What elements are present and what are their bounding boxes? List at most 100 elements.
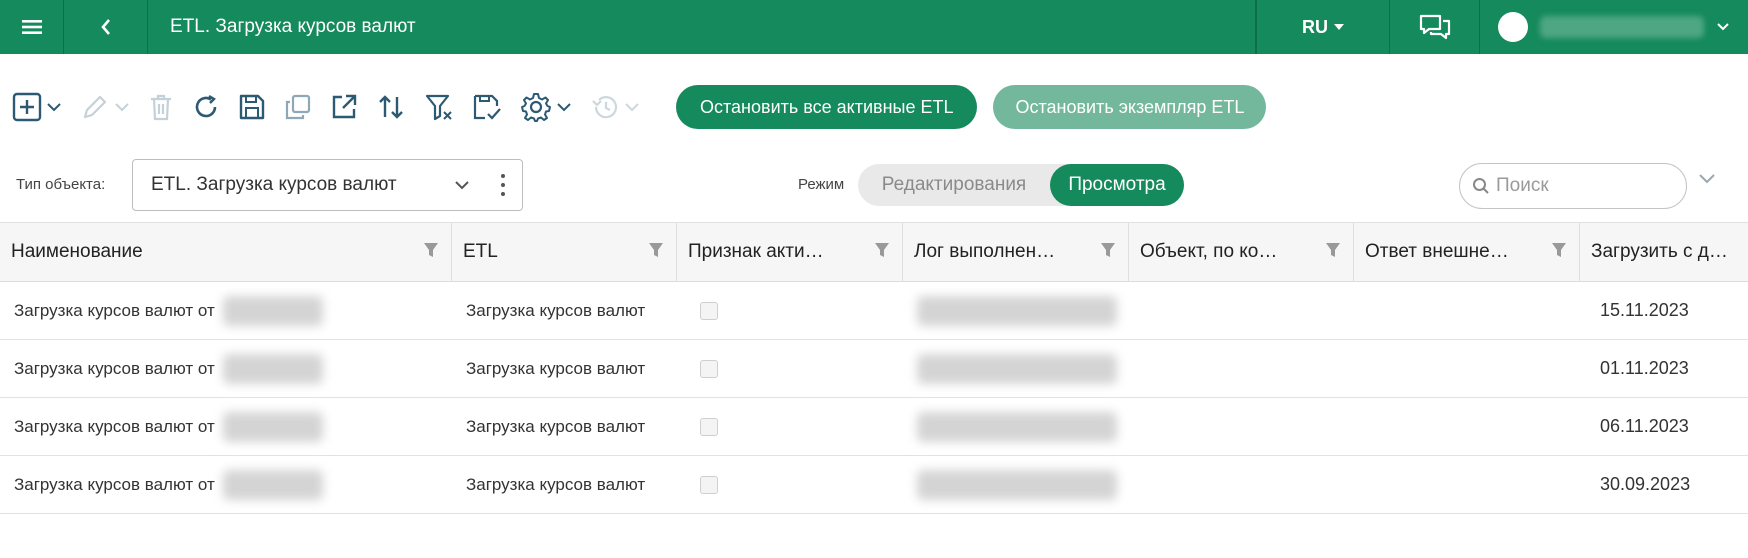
redacted-value [222,353,323,384]
cell-name: Загрузка курсов валют от [0,340,452,397]
object-type-select[interactable]: ETL. Загрузка курсов валют [132,159,523,211]
mode-label: Режим [798,176,845,193]
column-header-log[interactable]: Лог выполнен… [903,223,1129,281]
chevron-down-icon [625,103,639,112]
mode-view-option[interactable]: Просмотра [1050,164,1184,206]
cell-name: Загрузка курсов валют от [0,282,452,339]
caret-down-icon [1334,24,1344,30]
filter-icon[interactable] [874,241,890,259]
cell-log [903,456,1129,513]
filter-clear-icon [425,94,452,121]
cell-active [677,398,903,455]
cell-active [677,282,903,339]
column-header-response[interactable]: Ответ внешне… [1354,223,1580,281]
delete-button[interactable] [148,87,174,127]
mode-edit-option[interactable]: Редактирования [858,164,1050,206]
page-title: ETL. Загрузка курсов валют [148,0,1256,54]
active-checkbox[interactable] [700,301,718,320]
cell-response [1354,340,1580,397]
chevron-down-icon [557,103,571,112]
redacted-value [917,411,1117,442]
table-header: Наименование ETL Признак акти… Лог выпол… [0,222,1748,282]
column-header-active[interactable]: Признак акти… [677,223,903,281]
filter-icon[interactable] [1551,241,1567,259]
cell-active [677,456,903,513]
cell-log [903,282,1129,339]
cell-active [677,340,903,397]
cell-object [1129,340,1354,397]
copy-button[interactable] [284,87,312,127]
save-check-icon [473,94,501,120]
user-menu[interactable] [1480,0,1748,54]
active-checkbox[interactable] [700,417,718,436]
column-header-load-from[interactable]: Загрузить с д… [1580,223,1748,281]
hamburger-icon [21,20,42,34]
object-type-label: Тип объекта: [16,176,106,193]
redacted-value [222,469,323,500]
data-table: Наименование ETL Признак акти… Лог выпол… [0,222,1748,514]
cell-response [1354,456,1580,513]
cell-object [1129,456,1354,513]
column-header-etl[interactable]: ETL [452,223,677,281]
sort-icon [379,95,403,119]
search-icon [1473,178,1489,194]
chevron-down-icon [455,181,469,190]
toolbar: Остановить все активные ETL Остановить э… [12,82,1267,132]
chevron-down-icon [47,103,61,112]
settings-button[interactable] [520,87,572,127]
back-button[interactable] [64,0,148,54]
table-row[interactable]: Загрузка курсов валют от Загрузка курсов… [0,282,1748,340]
cell-name: Загрузка курсов валют от [0,456,452,513]
cell-etl: Загрузка курсов валют [466,300,646,320]
cell-name: Загрузка курсов валют от [0,398,452,455]
cell-log [903,398,1129,455]
history-button[interactable] [590,87,640,127]
cell-object [1129,398,1354,455]
redacted-value [917,469,1117,500]
chat-button[interactable] [1390,0,1480,54]
more-options-icon[interactable] [484,160,522,210]
filter-icon[interactable] [1100,241,1116,259]
add-button[interactable] [12,87,62,127]
redacted-value [222,295,323,326]
search-input[interactable] [1496,175,1676,197]
redacted-value [222,411,323,442]
copy-icon [285,94,311,120]
menu-button[interactable] [0,0,64,54]
cell-response [1354,282,1580,339]
filter-icon[interactable] [423,241,439,259]
active-checkbox[interactable] [700,359,718,378]
cell-load-from: 01.11.2023 [1600,358,1689,378]
pencil-icon [83,95,107,119]
cell-object [1129,282,1354,339]
edit-button[interactable] [80,87,130,127]
active-checkbox[interactable] [700,475,718,494]
save-filter-button[interactable] [472,87,502,127]
chevron-down-icon [1717,23,1729,31]
stop-all-etl-button[interactable]: Остановить все активные ETL [676,85,978,129]
language-label: RU [1302,16,1328,37]
chevron-left-icon [100,19,110,35]
save-button[interactable] [238,87,266,127]
table-row[interactable]: Загрузка курсов валют от Загрузка курсов… [0,456,1748,514]
column-header-object[interactable]: Объект, по ко… [1129,223,1354,281]
refresh-icon [195,94,217,118]
refresh-button[interactable] [192,87,220,127]
filter-icon[interactable] [1325,241,1341,259]
sort-button[interactable] [376,87,406,127]
avatar [1498,12,1528,42]
clear-filter-button[interactable] [424,87,454,127]
external-link-icon [332,94,357,119]
language-selector[interactable]: RU [1256,0,1390,54]
column-header-name[interactable]: Наименование [0,223,452,281]
cell-load-from: 30.09.2023 [1600,474,1691,494]
object-type-value: ETL. Загрузка курсов валют [151,174,397,195]
stop-etl-instance-button[interactable]: Остановить экземпляр ETL [993,85,1267,129]
filter-icon[interactable] [648,241,664,259]
cell-response [1354,398,1580,455]
open-external-button[interactable] [330,87,358,127]
top-bar: ETL. Загрузка курсов валют RU [0,0,1748,54]
table-row[interactable]: Загрузка курсов валют от Загрузка курсов… [0,340,1748,398]
expand-chevron-icon[interactable] [1697,172,1717,186]
table-row[interactable]: Загрузка курсов валют от Загрузка курсов… [0,398,1748,456]
